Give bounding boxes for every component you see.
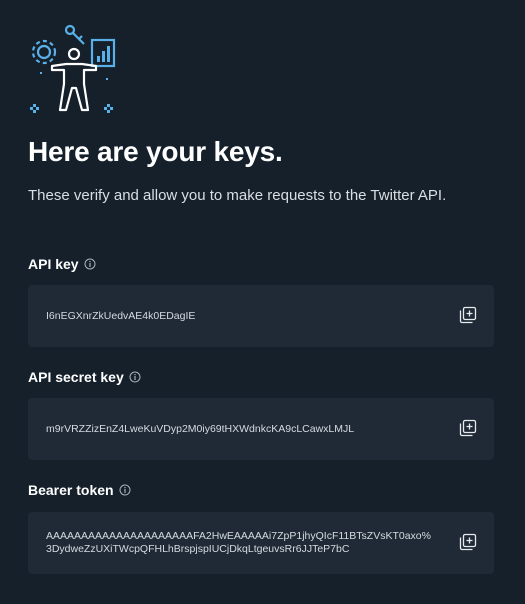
api-secret-key-value[interactable]: m9rVRZZizEnZ4LweKuVDyp2M0iy69tHXWdnkcKA9… xyxy=(46,423,436,436)
api-key-box: I6nEGXnrZkUedvAE4k0EDagIE xyxy=(28,285,494,347)
copy-icon[interactable] xyxy=(458,532,478,552)
page-subtitle: These verify and allow you to make reque… xyxy=(28,187,447,204)
info-icon[interactable] xyxy=(129,371,141,383)
bearer-token-label: Bearer token xyxy=(28,482,131,498)
copy-icon[interactable] xyxy=(458,305,478,325)
api-secret-key-label-text: API secret key xyxy=(28,369,124,385)
api-secret-key-box: m9rVRZZizEnZ4LweKuVDyp2M0iy69tHXWdnkcKA9… xyxy=(28,398,494,460)
developer-illustration-icon xyxy=(30,24,116,113)
api-key-label: API key xyxy=(28,256,96,272)
api-key-value[interactable]: I6nEGXnrZkUedvAE4k0EDagIE xyxy=(46,310,436,323)
bearer-token-label-text: Bearer token xyxy=(28,482,114,498)
bearer-token-line-1: AAAAAAAAAAAAAAAAAAAAAFA2HwEAAAAAi7ZpP1jh… xyxy=(46,530,431,542)
info-icon[interactable] xyxy=(119,484,131,496)
api-secret-key-label: API secret key xyxy=(28,369,141,385)
bearer-token-box: AAAAAAAAAAAAAAAAAAAAAFA2HwEAAAAAi7ZpP1jh… xyxy=(28,512,494,574)
bearer-token-line-2: 3DydweZzUXiTWcpQFHLhBrspjspIUCjDkqLtgeuv… xyxy=(46,543,350,555)
copy-icon[interactable] xyxy=(458,418,478,438)
api-key-label-text: API key xyxy=(28,256,79,272)
bearer-token-value[interactable]: AAAAAAAAAAAAAAAAAAAAAFA2HwEAAAAAi7ZpP1jh… xyxy=(46,530,436,556)
page-title: Here are your keys. xyxy=(28,136,283,167)
info-icon[interactable] xyxy=(84,258,96,270)
